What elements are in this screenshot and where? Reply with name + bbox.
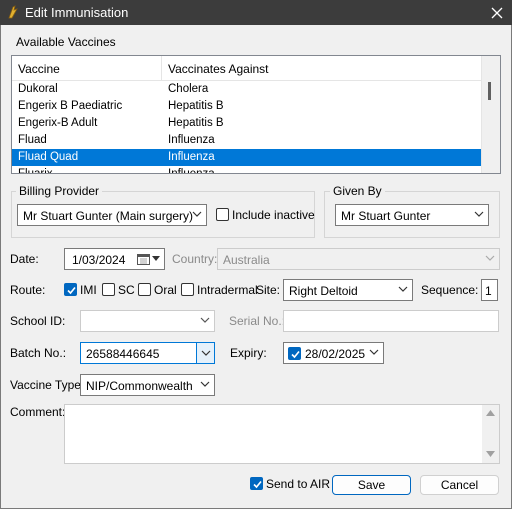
chevron-down-icon: [192, 211, 202, 217]
date-dropdown-icon[interactable]: [152, 256, 160, 262]
date-value: 1/03/2024: [72, 253, 126, 267]
expiry-picker[interactable]: 28/02/2025: [283, 342, 384, 364]
vaccinates-against: Influenza: [168, 151, 215, 163]
list-item[interactable]: Fluarix Influenza: [12, 166, 481, 174]
date-label: Date:: [10, 252, 39, 266]
expiry-value: 28/02/2025: [305, 347, 366, 361]
chevron-down-icon: [485, 255, 495, 261]
route-imi-label: IMI: [80, 283, 97, 297]
batch-no-select[interactable]: 26588446645: [80, 342, 215, 364]
chevron-down-icon: [369, 349, 379, 355]
sequence-value: 1: [485, 284, 492, 298]
route-imi-checkbox[interactable]: [64, 283, 77, 296]
site-value: Right Deltoid: [289, 284, 358, 298]
available-vaccines-label: Available Vaccines: [16, 35, 116, 49]
batch-no-value: 26588446645: [86, 347, 160, 361]
billing-provider-label: Billing Provider: [16, 184, 103, 198]
given-by-label: Given By: [330, 184, 385, 198]
column-header-vaccine[interactable]: Vaccine: [18, 62, 60, 76]
list-item[interactable]: Engerix B Paediatric Hepatitis B: [12, 98, 481, 115]
serial-no-input[interactable]: [283, 310, 499, 332]
list-item[interactable]: Fluad Quad Influenza: [12, 149, 481, 166]
country-value: Australia: [223, 253, 270, 267]
vaccine-name: Fluad Quad: [18, 151, 79, 163]
route-oral-label: Oral: [154, 283, 177, 297]
site-label: Site:: [256, 283, 281, 297]
checkmark-icon: [291, 350, 300, 359]
comment-textarea[interactable]: [64, 404, 500, 464]
chevron-down-icon: [398, 286, 408, 292]
given-by-value: Mr Stuart Gunter: [341, 209, 431, 223]
cancel-button[interactable]: Cancel: [420, 475, 499, 495]
comment-scrollbar[interactable]: [482, 405, 499, 463]
vaccine-name: Engerix B Paediatric: [18, 100, 123, 112]
vaccinates-against: Cholera: [168, 83, 209, 95]
given-by-select[interactable]: Mr Stuart Gunter: [335, 204, 489, 226]
include-inactive-checkbox[interactable]: [216, 208, 229, 221]
list-scrollbar[interactable]: [481, 56, 500, 173]
route-oral-checkbox[interactable]: [138, 283, 151, 296]
date-picker[interactable]: 1/03/2024: [64, 248, 165, 270]
vaccine-list[interactable]: Vaccine Vaccinates Against Dukoral Choler…: [11, 55, 501, 174]
vaccine-type-select[interactable]: NIP/Commonwealth: [80, 374, 215, 396]
route-sc-checkbox[interactable]: [102, 283, 115, 296]
vaccine-name: Fluarix: [18, 168, 53, 174]
expiry-checkbox[interactable]: [288, 347, 301, 360]
sequence-label: Sequence:: [421, 283, 479, 297]
scroll-thumb[interactable]: [488, 82, 491, 100]
route-intradermal-checkbox[interactable]: [181, 283, 194, 296]
country-label: Country:: [172, 252, 218, 266]
calendar-icon[interactable]: [137, 253, 150, 265]
list-header: Vaccine Vaccinates Against: [12, 56, 481, 81]
batch-no-dropdown-button[interactable]: [196, 342, 215, 364]
checkmark-icon: [67, 286, 76, 295]
school-id-select[interactable]: [80, 310, 215, 332]
chevron-down-icon: [474, 211, 484, 217]
checkmark-icon: [253, 480, 262, 489]
site-select[interactable]: Right Deltoid: [283, 279, 413, 301]
vaccine-name: Fluad: [18, 134, 47, 146]
vaccinates-against: Influenza: [168, 134, 215, 146]
chevron-down-icon: [201, 350, 211, 356]
vaccinates-against: Influenza: [168, 168, 215, 174]
billing-provider-value: Mr Stuart Gunter (Main surgery): [23, 209, 194, 223]
list-item[interactable]: Engerix-B Adult Hepatitis B: [12, 115, 481, 132]
window-title: Edit Immunisation: [25, 5, 129, 20]
send-to-air-checkbox[interactable]: [250, 477, 263, 490]
country-select[interactable]: Australia: [217, 248, 500, 270]
chevron-down-icon: [200, 381, 210, 387]
scroll-down-icon[interactable]: [486, 451, 495, 457]
close-button[interactable]: [482, 0, 512, 25]
list-item[interactable]: Fluad Influenza: [12, 132, 481, 149]
app-icon: [8, 5, 18, 19]
header-divider[interactable]: [161, 56, 162, 80]
expiry-label: Expiry:: [230, 346, 267, 360]
include-inactive-label: Include inactive: [232, 208, 315, 222]
sequence-input[interactable]: 1: [481, 279, 498, 301]
title-bar: Edit Immunisation: [0, 0, 512, 25]
vaccine-type-label: Vaccine Type:: [10, 378, 85, 392]
chevron-down-icon: [200, 317, 210, 323]
send-to-air-label: Send to AIR: [266, 477, 331, 491]
scroll-up-icon[interactable]: [486, 410, 495, 416]
column-header-vaccinates-against[interactable]: Vaccinates Against: [168, 62, 269, 76]
save-button[interactable]: Save: [332, 475, 411, 495]
route-label: Route:: [10, 283, 46, 297]
vaccine-type-value: NIP/Commonwealth: [86, 379, 193, 393]
list-item[interactable]: Dukoral Cholera: [12, 81, 481, 98]
route-sc-label: SC: [118, 283, 135, 297]
vaccinates-against: Hepatitis B: [168, 100, 224, 112]
batch-no-label: Batch No.:: [10, 346, 67, 360]
serial-no-label: Serial No.:: [229, 314, 286, 328]
school-id-label: School ID:: [10, 314, 66, 328]
billing-provider-select[interactable]: Mr Stuart Gunter (Main surgery): [17, 204, 207, 226]
vaccine-name: Engerix-B Adult: [18, 117, 98, 129]
vaccine-name: Dukoral: [18, 83, 58, 95]
close-icon: [491, 7, 503, 18]
comment-label: Comment:: [10, 405, 66, 419]
route-intradermal-label: Intradermal: [197, 283, 258, 297]
vaccinates-against: Hepatitis B: [168, 117, 224, 129]
